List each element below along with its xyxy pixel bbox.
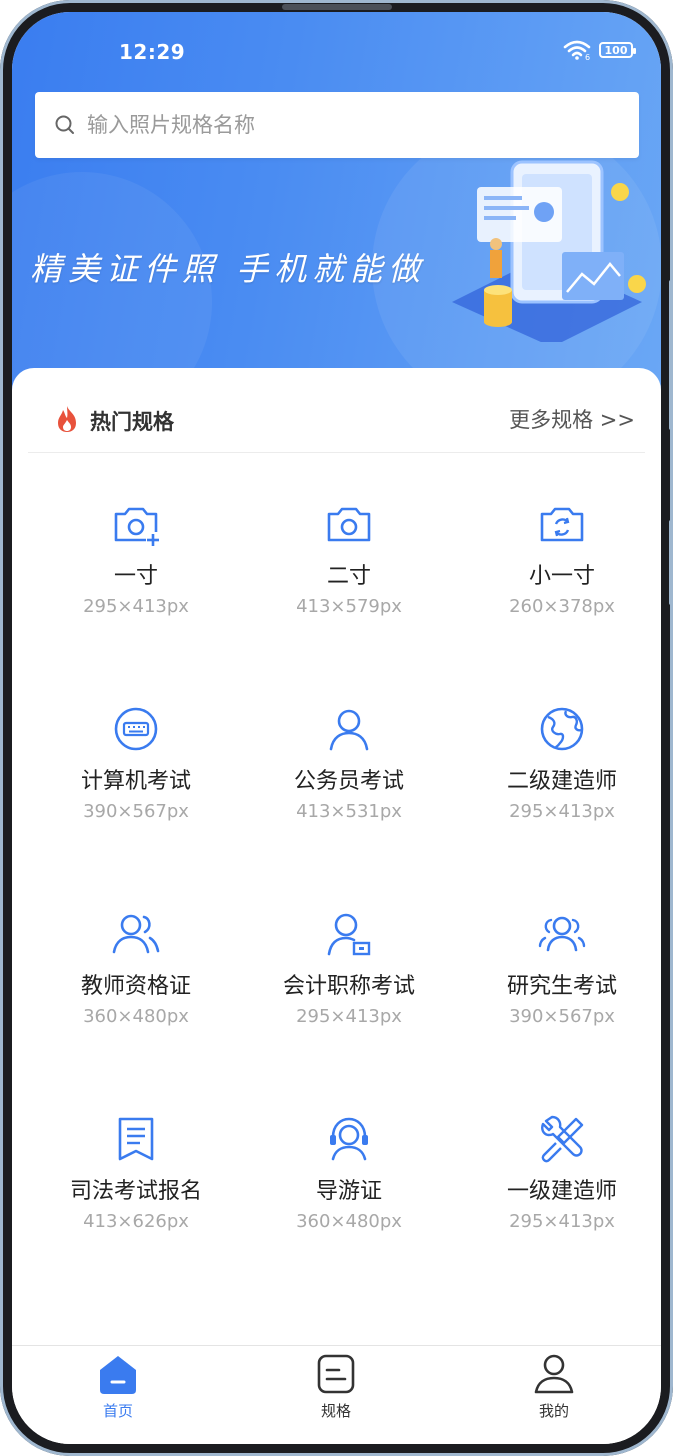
- volume-button: [669, 280, 673, 430]
- tab-mine-label: 我的: [538, 1402, 569, 1420]
- spec-name: 一寸: [113, 564, 158, 589]
- tab-home-label: 首页: [102, 1402, 133, 1420]
- spec-name: 二寸: [326, 564, 371, 589]
- spec-name: 教师资格证: [80, 974, 191, 999]
- more-specs-link[interactable]: 更多规格 >>: [509, 404, 635, 434]
- spec-size: 260×378px: [509, 596, 615, 617]
- spec-item[interactable]: 公务员考试 413×531px: [241, 703, 457, 873]
- spec-item[interactable]: 会计职称考试 295×413px: [241, 908, 457, 1078]
- users-icon: [112, 914, 160, 954]
- headset-user-icon: [330, 1117, 368, 1161]
- spec-item[interactable]: 司法考试报名 413×626px: [28, 1113, 244, 1283]
- spec-item[interactable]: 一寸 295×413px: [28, 498, 244, 668]
- spec-name: 公务员考试: [293, 769, 404, 794]
- banner-slogan: 精美证件照 手机就能做: [30, 250, 427, 288]
- speaker-slot: [282, 4, 392, 10]
- spec-item[interactable]: 二寸 413×579px: [241, 498, 457, 668]
- spec-item[interactable]: 二级建造师 295×413px: [454, 703, 661, 873]
- spec-name: 小一寸: [528, 564, 595, 589]
- spec-name: 会计职称考试: [282, 974, 415, 999]
- spec-size: 360×480px: [83, 1006, 189, 1027]
- spec-name: 导游证: [315, 1179, 382, 1204]
- app-screen: 12:29 6 100 精美证件照 手机就能做: [12, 12, 661, 1444]
- spec-size: 413×579px: [296, 596, 402, 617]
- profile-icon: [534, 1354, 574, 1394]
- power-button: [669, 520, 673, 605]
- battery-icon: 100: [599, 42, 636, 58]
- tools-icon: [541, 1115, 584, 1163]
- keyboard-icon: [114, 707, 158, 751]
- spec-item[interactable]: 教师资格证 360×480px: [28, 908, 244, 1078]
- status-time: 12:29: [119, 40, 186, 64]
- section-title: 热门规格: [90, 410, 174, 434]
- tab-mine[interactable]: 我的: [494, 1352, 614, 1421]
- spec-name: 一级建造师: [506, 1179, 617, 1204]
- wifi-icon: 6: [563, 40, 591, 60]
- spec-size: 390×567px: [509, 1006, 615, 1027]
- tab-specs[interactable]: 规格: [276, 1352, 396, 1421]
- spec-size: 295×413px: [509, 1211, 615, 1232]
- camera-plus-icon: [114, 507, 160, 546]
- svg-text:6: 6: [585, 53, 590, 60]
- spec-item[interactable]: 研究生考试 390×567px: [454, 908, 661, 1078]
- bottom-tab-bar: 首页 规格 我的: [12, 1345, 661, 1444]
- spec-item[interactable]: 一级建造师 295×413px: [454, 1113, 661, 1283]
- camera-icon: [327, 507, 371, 542]
- spec-name: 司法考试报名: [69, 1179, 202, 1204]
- user-icon: [329, 709, 369, 751]
- spec-size: 413×626px: [83, 1211, 189, 1232]
- camera-rotate-icon: [540, 507, 584, 542]
- id-photo-illustration: [452, 160, 646, 342]
- section-header: 热门规格 更多规格 >>: [28, 398, 645, 453]
- spec-size: 295×413px: [509, 801, 615, 822]
- user-card-icon: [327, 913, 371, 956]
- search-bar[interactable]: [35, 92, 639, 158]
- status-icons: 6 100: [563, 40, 636, 60]
- spec-size: 390×567px: [83, 801, 189, 822]
- fire-icon: [58, 406, 76, 432]
- spec-item[interactable]: 导游证 360×480px: [241, 1113, 457, 1283]
- spec-item[interactable]: 小一寸 260×378px: [454, 498, 661, 668]
- banner: 12:29 6 100 精美证件照 手机就能做: [12, 12, 661, 392]
- spec-size: 295×413px: [83, 596, 189, 617]
- tab-specs-label: 规格: [320, 1402, 351, 1420]
- spec-name: 研究生考试: [506, 974, 617, 999]
- home-icon: [100, 1356, 136, 1394]
- group-icon: [538, 916, 586, 952]
- content-card: 热门规格 更多规格 >> 一寸 295×413px 二寸 413×579px 小…: [12, 368, 661, 1368]
- spec-size: 295×413px: [296, 1006, 402, 1027]
- spec-name: 计算机考试: [80, 769, 191, 794]
- search-icon: [55, 115, 74, 134]
- bookmark-document-icon: [118, 1117, 154, 1161]
- spec-name: 二级建造师: [506, 769, 617, 794]
- spec-item[interactable]: 计算机考试 390×567px: [28, 703, 244, 873]
- tab-home[interactable]: 首页: [58, 1352, 178, 1421]
- spec-size: 413×531px: [296, 801, 402, 822]
- spec-document-icon: [317, 1354, 355, 1394]
- search-input[interactable]: [85, 112, 609, 138]
- globe-icon: [540, 707, 584, 751]
- spec-size: 360×480px: [296, 1211, 402, 1232]
